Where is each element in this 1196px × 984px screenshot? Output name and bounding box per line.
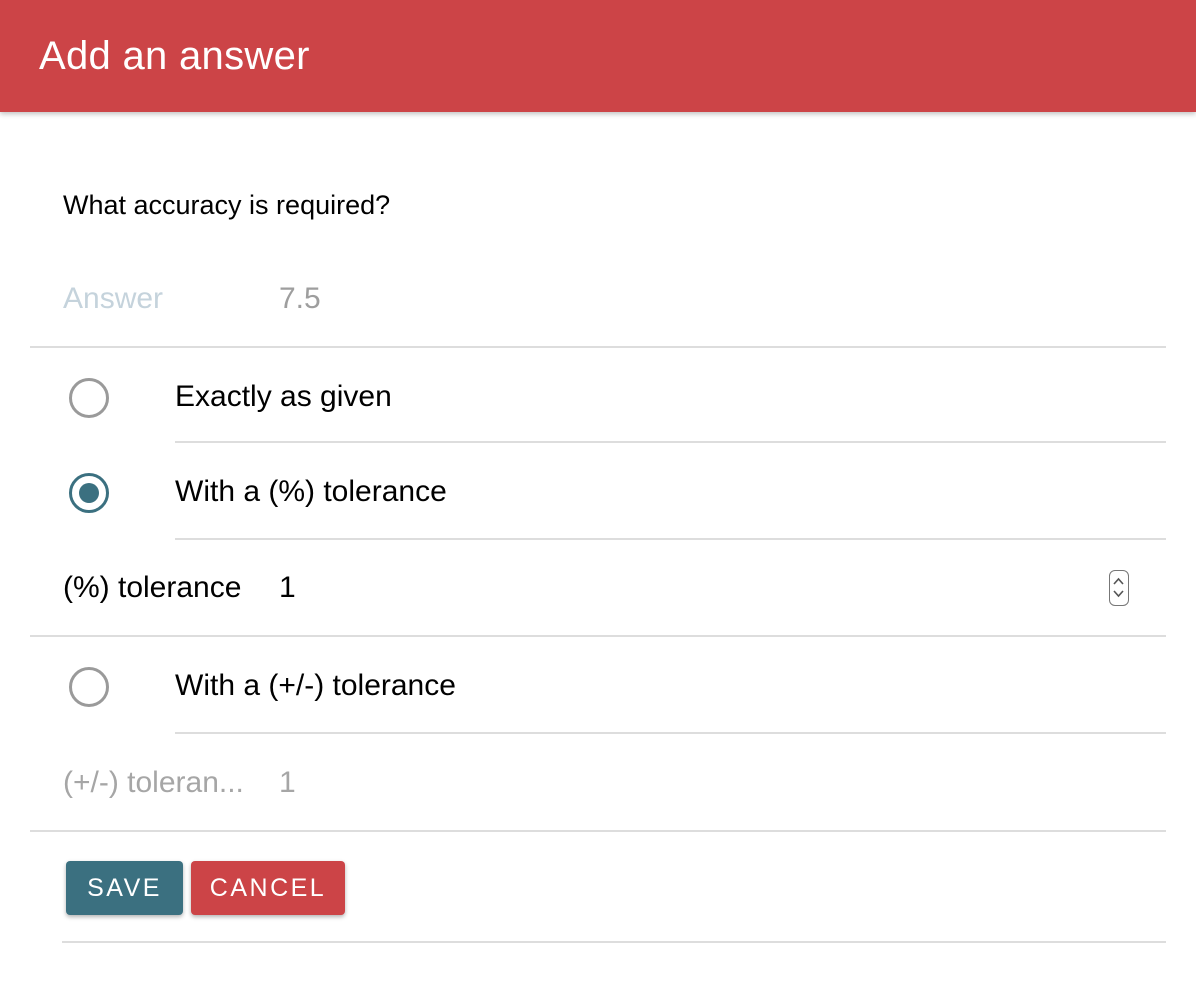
answer-label: Answer [63,282,164,315]
option-plusminus-label[interactable]: With a (+/-) tolerance [175,668,456,704]
option-exactly-label[interactable]: Exactly as given [175,379,392,415]
percent-tolerance-input[interactable]: 1 [279,570,296,606]
cancel-button[interactable]: CANCEL [191,861,345,915]
radio-plusminus-tolerance[interactable] [69,667,109,707]
divider [175,732,1166,734]
plusminus-tolerance-input: 1 [279,766,296,799]
question-text: What accuracy is required? [63,190,391,220]
plusminus-tolerance-label: (+/-) toleran... [63,766,244,799]
divider [30,346,1166,348]
radio-percent-tolerance[interactable] [69,473,109,513]
radio-selected-dot [79,483,99,503]
divider [30,635,1166,637]
divider [175,441,1166,443]
spinner-arrows-icon [1113,577,1124,598]
save-button[interactable]: SAVE [66,861,183,915]
dialog-header: Add an answer [0,0,1196,112]
divider [30,830,1166,832]
number-spinner[interactable] [1109,570,1129,606]
footer-divider [62,941,1166,943]
dialog-title: Add an answer [39,34,310,78]
option-percent-label[interactable]: With a (%) tolerance [175,474,447,510]
answer-value: 7.5 [279,282,321,315]
radio-exactly-as-given[interactable] [69,378,109,418]
divider [175,538,1166,540]
percent-tolerance-label: (%) tolerance [63,571,242,604]
